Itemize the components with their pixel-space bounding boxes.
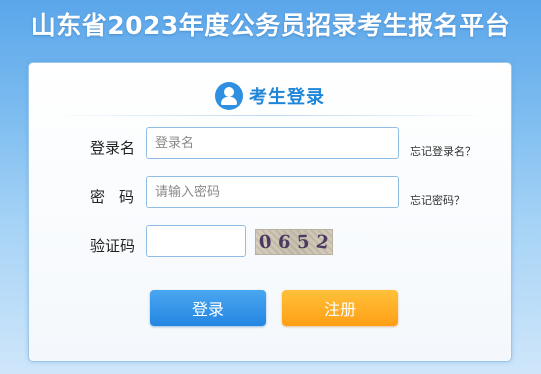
login-panel-title: 考生登录 xyxy=(249,87,325,108)
forgot-password-link[interactable]: 忘记密码？ xyxy=(410,192,465,208)
login-button[interactable]: 登录 xyxy=(150,290,266,326)
captcha-char: 2 xyxy=(315,230,330,254)
login-panel-header: 考生登录 xyxy=(215,81,325,111)
captcha-char: 6 xyxy=(277,230,292,254)
user-icon xyxy=(215,82,243,110)
password-input[interactable] xyxy=(146,176,399,208)
username-label: 登录名 xyxy=(90,139,136,157)
site-title: 山东省2023年度公务员招录考生报名平台 xyxy=(30,11,511,40)
register-button[interactable]: 注册 xyxy=(282,290,398,326)
captcha-image[interactable]: 0 6 5 2 xyxy=(255,229,333,255)
header-divider xyxy=(49,115,493,116)
password-label: 密码 xyxy=(90,188,149,206)
username-input[interactable] xyxy=(146,127,399,159)
captcha-label: 验证码 xyxy=(90,237,136,255)
login-panel: 考生登录 登录名 忘记登录名？ 密码 忘记密码？ 验证码 0 6 5 2 登录 … xyxy=(28,62,512,362)
captcha-char: 0 xyxy=(258,230,273,254)
forgot-username-link[interactable]: 忘记登录名？ xyxy=(410,143,476,159)
captcha-char: 5 xyxy=(296,231,311,253)
captcha-input[interactable] xyxy=(146,225,246,257)
